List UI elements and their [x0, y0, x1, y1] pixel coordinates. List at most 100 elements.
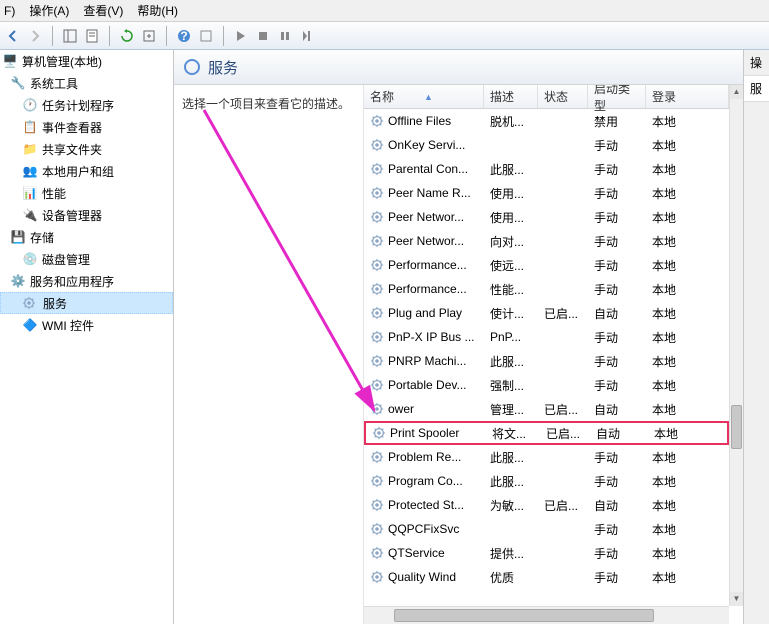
tree-storage[interactable]: 💾存储: [0, 226, 173, 248]
service-logon: 本地: [646, 161, 729, 178]
tree-wmi[interactable]: 🔷WMI 控件: [0, 314, 173, 336]
scroll-down-icon[interactable]: ▼: [730, 592, 743, 606]
menu-view[interactable]: 查看(V): [83, 2, 123, 19]
service-row[interactable]: Offline Files脱机...禁用本地: [364, 109, 729, 133]
service-name: PNRP Machi...: [388, 354, 466, 368]
play-icon[interactable]: [232, 27, 250, 45]
service-row[interactable]: Program Co...此服...手动本地: [364, 469, 729, 493]
col-startup[interactable]: 启动类型: [588, 85, 646, 108]
service-row[interactable]: Problem Re...此服...手动本地: [364, 445, 729, 469]
service-gear-icon: [370, 282, 384, 296]
gear-icon: [23, 295, 39, 311]
service-logon: 本地: [646, 281, 729, 298]
service-desc: 此服...: [484, 473, 538, 490]
hscroll-thumb[interactable]: [394, 609, 654, 622]
tree-device-manager[interactable]: 🔌设备管理器: [0, 204, 173, 226]
service-row[interactable]: OnKey Servi...手动本地: [364, 133, 729, 157]
service-row[interactable]: Protected St...为敏...已启...自动本地: [364, 493, 729, 517]
service-gear-icon: [370, 354, 384, 368]
menu-help[interactable]: 帮助(H): [137, 2, 178, 19]
service-status: 已启...: [538, 305, 588, 322]
horizontal-scrollbar[interactable]: [364, 606, 729, 624]
refresh-icon[interactable]: [118, 27, 136, 45]
tree-disk-mgmt[interactable]: 💿磁盘管理: [0, 248, 173, 270]
forward-icon[interactable]: [26, 27, 44, 45]
back-icon[interactable]: [4, 27, 22, 45]
service-gear-icon: [370, 450, 384, 464]
service-gear-icon: [370, 474, 384, 488]
service-desc: 脱机...: [484, 113, 538, 130]
service-logon: 本地: [646, 113, 729, 130]
col-logon[interactable]: 登录: [646, 85, 729, 108]
service-row[interactable]: Print Spooler将文...已启...自动本地: [364, 421, 729, 445]
service-desc: 此服...: [484, 353, 538, 370]
tree-root[interactable]: 🖥️算机管理(本地): [0, 50, 173, 72]
service-row[interactable]: ower管理...已启...自动本地: [364, 397, 729, 421]
tree-local-users[interactable]: 👥本地用户和组: [0, 160, 173, 182]
service-row[interactable]: Peer Name R...使用...手动本地: [364, 181, 729, 205]
service-startup: 手动: [588, 233, 646, 250]
service-name: Problem Re...: [388, 450, 461, 464]
service-row[interactable]: Peer Networ...使用...手动本地: [364, 205, 729, 229]
service-name: Program Co...: [388, 474, 463, 488]
menu-file[interactable]: F): [4, 4, 15, 18]
tree-services[interactable]: 服务: [0, 292, 173, 314]
service-row[interactable]: QQPCFixSvc手动本地: [364, 517, 729, 541]
col-desc[interactable]: 描述: [484, 85, 538, 108]
service-startup: 手动: [588, 521, 646, 538]
show-hide-icon[interactable]: [61, 27, 79, 45]
service-row[interactable]: Performance...性能...手动本地: [364, 277, 729, 301]
service-row[interactable]: Parental Con...此服...手动本地: [364, 157, 729, 181]
col-name[interactable]: 名称▲: [364, 85, 484, 108]
service-startup: 手动: [588, 377, 646, 394]
export-icon[interactable]: [140, 27, 158, 45]
service-logon: 本地: [646, 497, 729, 514]
service-row[interactable]: Plug and Play使计...已启...自动本地: [364, 301, 729, 325]
service-logon: 本地: [648, 425, 727, 442]
service-row[interactable]: Performance...使远...手动本地: [364, 253, 729, 277]
stop-icon[interactable]: [254, 27, 272, 45]
action-icon[interactable]: [197, 27, 215, 45]
vertical-scrollbar[interactable]: ▲ ▼: [729, 85, 743, 606]
scroll-up-icon[interactable]: ▲: [730, 85, 743, 99]
service-row[interactable]: Peer Networ...向对...手动本地: [364, 229, 729, 253]
service-tab[interactable]: 服: [744, 76, 769, 102]
tree-task-scheduler[interactable]: 🕐任务计划程序: [0, 94, 173, 116]
restart-icon[interactable]: [298, 27, 316, 45]
nav-tree: 🖥️算机管理(本地) 🔧系统工具 🕐任务计划程序 📋事件查看器 📁共享文件夹 👥…: [0, 50, 174, 624]
service-name: Peer Name R...: [388, 186, 471, 200]
service-row[interactable]: PnP-X IP Bus ...PnP...手动本地: [364, 325, 729, 349]
service-logon: 本地: [646, 209, 729, 226]
folder-icon: 📁: [22, 141, 38, 157]
service-startup: 手动: [588, 329, 646, 346]
service-startup: 手动: [588, 281, 646, 298]
service-desc: 管理...: [484, 401, 538, 418]
service-row[interactable]: Quality Wind优质手动本地: [364, 565, 729, 589]
tree-services-apps[interactable]: ⚙️服务和应用程序: [0, 270, 173, 292]
service-logon: 本地: [646, 137, 729, 154]
device-icon: 🔌: [22, 207, 38, 223]
tree-performance[interactable]: 📊性能: [0, 182, 173, 204]
menu-action[interactable]: 操作(A): [29, 2, 69, 19]
service-logon: 本地: [646, 257, 729, 274]
service-row[interactable]: Portable Dev...强制...手动本地: [364, 373, 729, 397]
help-icon[interactable]: ?: [175, 27, 193, 45]
sort-asc-icon: ▲: [424, 92, 433, 102]
actions-tab[interactable]: 操: [744, 50, 769, 76]
scroll-thumb[interactable]: [731, 405, 742, 449]
tree-shared-folders[interactable]: 📁共享文件夹: [0, 138, 173, 160]
service-logon: 本地: [646, 353, 729, 370]
pause-icon[interactable]: [276, 27, 294, 45]
service-startup: 手动: [588, 257, 646, 274]
column-headers: 名称▲ 描述 状态 启动类型 登录: [364, 85, 729, 109]
properties-icon[interactable]: [83, 27, 101, 45]
col-status[interactable]: 状态: [538, 85, 588, 108]
tree-event-viewer[interactable]: 📋事件查看器: [0, 116, 173, 138]
service-startup: 手动: [588, 209, 646, 226]
service-gear-icon: [370, 570, 384, 584]
tree-system-tools[interactable]: 🔧系统工具: [0, 72, 173, 94]
service-desc: 此服...: [484, 449, 538, 466]
service-startup: 自动: [590, 425, 648, 442]
service-row[interactable]: QTService提供...手动本地: [364, 541, 729, 565]
service-row[interactable]: PNRP Machi...此服...手动本地: [364, 349, 729, 373]
